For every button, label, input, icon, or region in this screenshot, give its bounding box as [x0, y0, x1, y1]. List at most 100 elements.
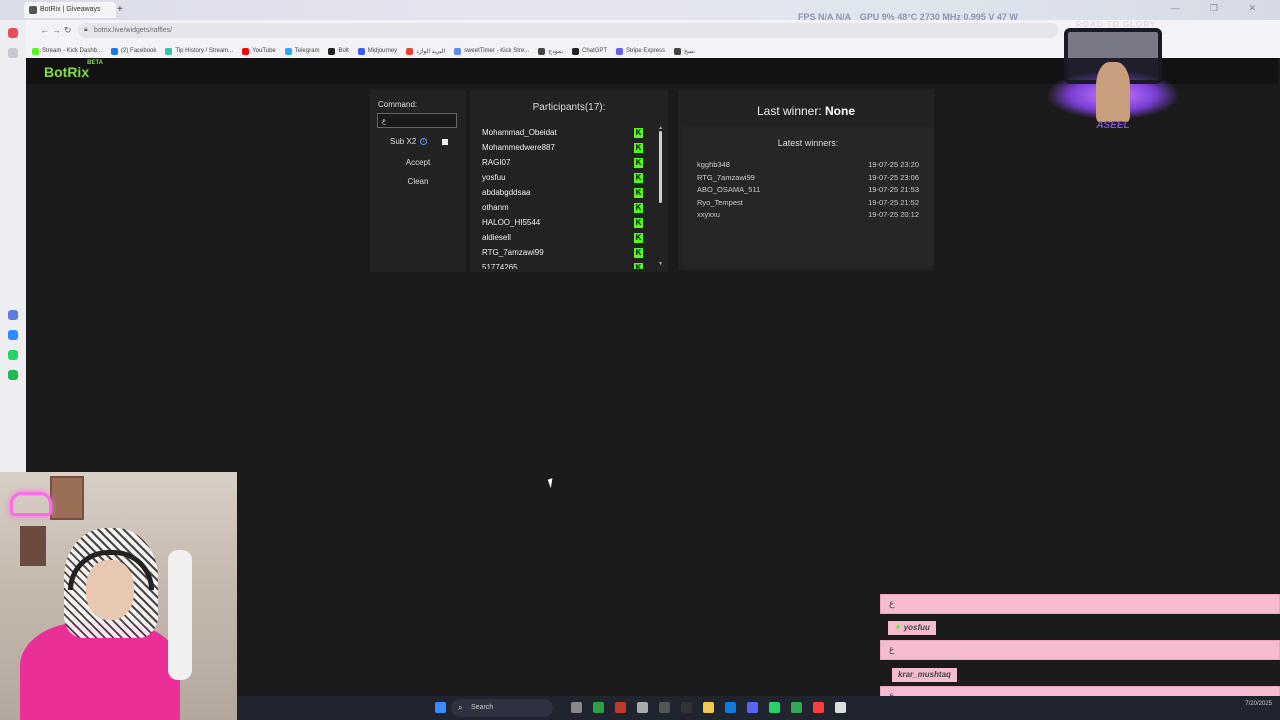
participant-row[interactable]: yosfuu K — [470, 170, 658, 185]
taskbar-app-icon[interactable] — [835, 702, 846, 713]
kick-icon: K — [634, 128, 643, 138]
windows-taskbar: ⌕ Search 7/20/2025 — [237, 696, 1280, 720]
edge-icon[interactable] — [725, 702, 736, 713]
bookmark-favicon-icon — [111, 47, 119, 55]
command-panel: Command: Sub X2 i Accept Clean — [370, 90, 466, 272]
participant-row[interactable]: 51774265 K — [470, 260, 658, 269]
sidebar-app-icon[interactable] — [8, 48, 18, 58]
scroll-thumb[interactable] — [659, 131, 662, 203]
command-input[interactable] — [377, 113, 457, 128]
participant-row[interactable]: RAGI07 K — [470, 155, 658, 170]
window-controls[interactable]: — ❐ ✕ — [1170, 3, 1270, 14]
scroll-down-icon[interactable]: ▼ — [658, 261, 663, 267]
bookmark-label: sweetTimer - Kick Stre... — [464, 48, 530, 54]
bookmark-favicon-icon — [284, 47, 292, 55]
participant-row[interactable]: abdabgddsaa K — [470, 185, 658, 200]
discord-icon[interactable] — [747, 702, 758, 713]
participant-name: 51774265 — [482, 263, 518, 269]
opera-icon[interactable] — [813, 702, 824, 713]
file-explorer-icon[interactable] — [703, 702, 714, 713]
participant-row[interactable]: RTG_7amzawi99 K — [470, 245, 658, 260]
participant-row[interactable]: Mohammad_Obeidat K — [470, 125, 658, 140]
url-field[interactable]: 🔒︎ botrix.live/widgets/raffles/ — [78, 23, 1058, 38]
sidebar-app-icon[interactable] — [8, 28, 18, 38]
participant-row[interactable]: othanm K — [470, 200, 658, 215]
participant-name: aldiesell — [482, 233, 511, 242]
participant-row[interactable]: aldiesell K — [470, 230, 658, 245]
bookmark-item[interactable]: YouTube — [242, 44, 276, 58]
sidebar-app-icon[interactable] — [8, 310, 18, 320]
taskbar-app-icon[interactable] — [615, 702, 626, 713]
botrix-logo[interactable]: BotRixBETA — [44, 60, 105, 80]
participant-name: RTG_7amzawi99 — [482, 248, 544, 257]
latest-winners-title: Latest winners: — [777, 138, 839, 148]
chat-username-text: krar_mushtaq — [898, 670, 951, 679]
winner-name: xxyxxu — [697, 210, 720, 219]
clean-button[interactable]: Clean — [384, 175, 452, 189]
task-view-icon[interactable] — [571, 702, 582, 713]
whatsapp-icon[interactable] — [8, 350, 18, 360]
winner-name: RTG_7amzawi99 — [697, 172, 755, 182]
bookmark-item[interactable]: Bolt — [328, 44, 349, 58]
bookmark-item[interactable]: Tip History / Stream... — [165, 44, 233, 58]
last-winner-label: Last winner: — [756, 104, 822, 118]
participants-scrollbar[interactable]: ▲ ▼ — [658, 125, 664, 269]
kick-icon: K — [634, 233, 643, 243]
info-icon[interactable]: i — [420, 138, 428, 145]
participant-row[interactable]: HALOO_HI5544 K — [470, 215, 658, 230]
messenger-icon[interactable] — [8, 330, 18, 340]
bookmark-favicon-icon — [616, 47, 624, 55]
forward-icon[interactable]: → — [52, 25, 61, 35]
sub-x2-checkbox[interactable] — [442, 139, 448, 145]
participant-name: HALOO_HI5544 — [482, 218, 541, 227]
taskbar-clock[interactable]: 7/20/2025 — [1245, 700, 1272, 708]
bookmark-label: Midjourney — [367, 48, 398, 54]
browser-tab[interactable]: BotRix | Giveaways — [24, 2, 116, 18]
browser-tab-strip: BotRix | Giveaways + FPS N/A N/A GPU 9% … — [0, 0, 1280, 22]
participant-name: RAGI07 — [482, 158, 511, 167]
taskbar-app-icon[interactable] — [637, 702, 648, 713]
taskbar-search-label: Search — [471, 704, 494, 711]
stream-overlay-logo: ROAD TO GLORY ASEEL — [1046, 20, 1180, 146]
bookmark-item[interactable]: Midjourney — [357, 44, 398, 58]
bookmark-item[interactable]: Stripe Express — [616, 44, 665, 58]
bookmark-label: Tip History / Stream... — [175, 48, 234, 54]
reload-icon[interactable]: ↻ — [64, 25, 72, 36]
winner-date: 19-07-25 20:12 — [868, 210, 919, 219]
spotify-icon[interactable] — [8, 370, 18, 380]
beta-tag: BETA — [87, 60, 104, 67]
participant-row[interactable]: Mohammedwere887 K — [470, 140, 658, 155]
kick-icon: K — [634, 143, 643, 153]
chat-username-text: yosfuu — [903, 623, 930, 632]
bookmark-item[interactable]: نسخ — [674, 44, 695, 58]
kick-icon: K — [634, 248, 643, 258]
taskbar-app-icon[interactable] — [681, 702, 692, 713]
kick-icon: K — [634, 218, 643, 228]
new-tab-button[interactable]: + — [117, 4, 123, 15]
bookmark-item[interactable]: Stream - Kick Dashb... — [32, 44, 102, 58]
bookmark-item[interactable]: Telegram — [284, 44, 319, 58]
sub-badge-icon: ✦ — [894, 623, 901, 632]
bookmark-item[interactable]: sweetTimer - Kick Stre... — [454, 44, 529, 58]
taskbar-search[interactable]: ⌕ Search — [451, 699, 553, 717]
bookmark-item[interactable]: البريد الوارد — [406, 44, 445, 58]
bookmark-favicon-icon — [454, 47, 462, 55]
windows-start-icon[interactable] — [435, 702, 446, 713]
back-icon[interactable]: ← — [40, 25, 49, 35]
chrome-icon[interactable] — [791, 702, 802, 713]
bookmark-favicon-icon — [242, 47, 250, 55]
bookmark-favicon-icon — [674, 47, 682, 55]
whatsapp-icon[interactable] — [769, 702, 780, 713]
bookmark-item[interactable]: نموذج — [538, 44, 563, 58]
last-winner-heading: Last winner: None — [678, 104, 934, 118]
accept-button[interactable]: Accept — [384, 156, 452, 170]
bookmark-item[interactable]: (2) Facebook — [111, 44, 156, 58]
chat-username: krar_mushtaq — [892, 668, 957, 682]
bookmark-item[interactable]: ChatGPT — [572, 44, 607, 58]
taskbar-app-icon[interactable] — [659, 702, 670, 713]
taskbar-app-icon[interactable] — [593, 702, 604, 713]
participants-list[interactable]: Mohammad_Obeidat K Mohammedwere887 K RAGI07 K… — [470, 125, 658, 269]
kick-icon: K — [634, 158, 643, 168]
botrix-favicon-icon — [29, 6, 37, 14]
url-text: botrix.live/widgets/raffles/ — [94, 27, 173, 34]
